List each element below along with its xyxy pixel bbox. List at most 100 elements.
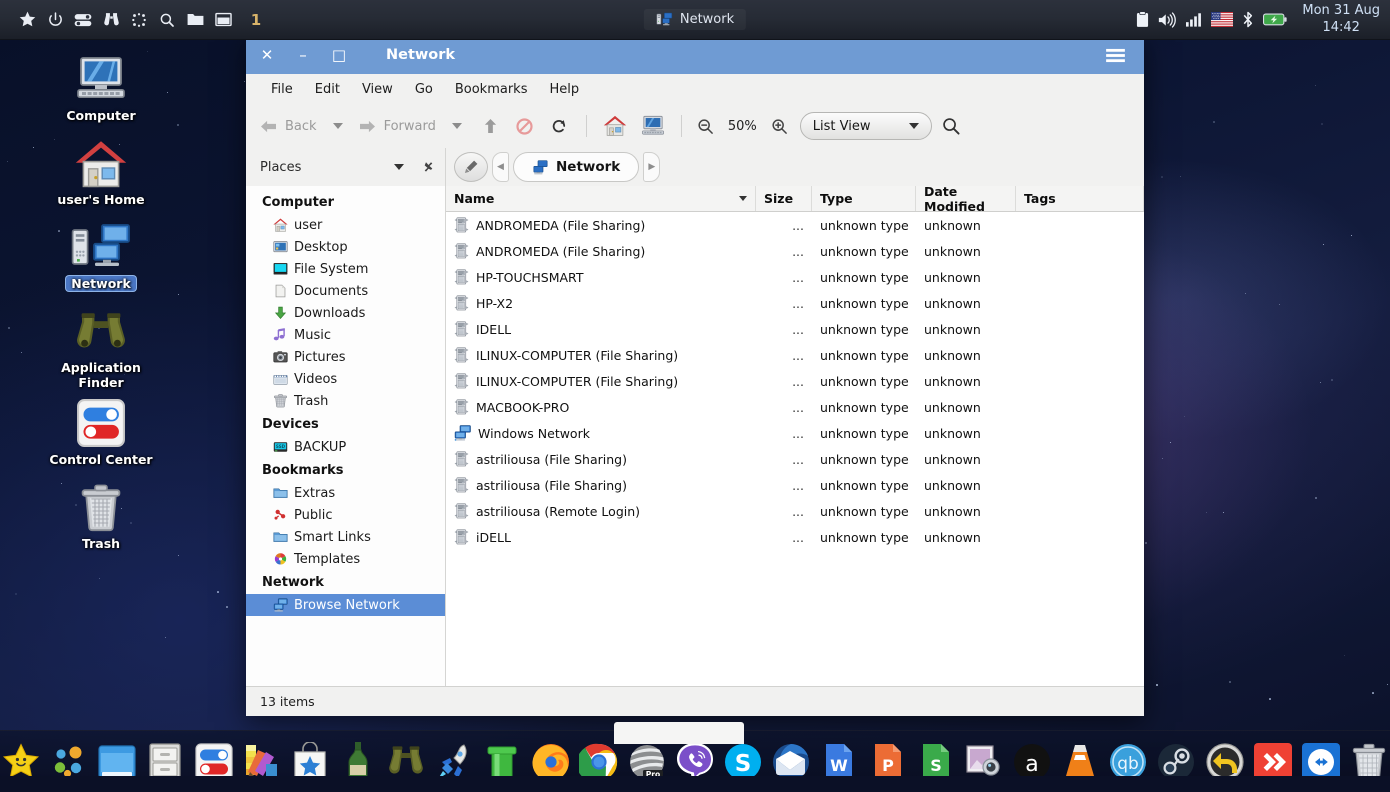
desktop-icon-user-s-home[interactable]: user's Home [41,134,161,207]
desktop-icon-application-finder[interactable]: Application Finder [41,302,161,390]
power-icon[interactable] [42,5,68,35]
sidebar-item-label: Music [294,327,331,343]
sidebar-item-trash[interactable]: Trash [246,390,445,412]
minimize-icon[interactable]: – [288,40,318,70]
forward-button-label[interactable]: Forward [380,119,440,134]
table-row[interactable]: astriliousa (File Sharing) ... unknown t… [446,446,1144,472]
sidebar-item-templates[interactable]: Templates [246,548,445,570]
clipboard-icon[interactable] [1136,11,1149,28]
close-icon[interactable] [422,161,435,174]
chevron-left-icon[interactable]: ◀ [492,152,509,182]
computer-icon [41,50,161,104]
up-icon[interactable] [474,111,507,141]
signal-icon[interactable] [1186,12,1202,27]
table-row[interactable]: MACBOOK-PRO ... unknown type unknown [446,394,1144,420]
sidebar-item-music[interactable]: Music [246,324,445,346]
taskbar-window-button[interactable]: Network [643,9,747,30]
table-row[interactable]: astriliousa (File Sharing) ... unknown t… [446,472,1144,498]
bluetooth-icon[interactable] [1242,11,1254,28]
menu-bookmarks[interactable]: Bookmarks [444,79,539,100]
column-header-tags[interactable]: Tags [1016,186,1144,211]
desktop-icon-control-center[interactable]: Control Center [41,394,161,467]
menu-help[interactable]: Help [538,79,590,100]
cell-name: astriliousa (File Sharing) [446,451,756,467]
sidebar-item-videos[interactable]: Videos [246,368,445,390]
table-row[interactable]: astriliousa (Remote Login) ... unknown t… [446,498,1144,524]
binoculars-icon [41,302,161,356]
cell-size: ... [792,425,804,441]
pencil-icon[interactable] [454,152,488,182]
menu-file[interactable]: File [260,79,304,100]
close-icon[interactable]: ✕ [252,40,282,70]
table-row[interactable]: ILINUX-COMPUTER (File Sharing) ... unkno… [446,342,1144,368]
sidebar-item-backup[interactable]: SSD BACKUP [246,436,445,458]
window-titlebar[interactable]: ✕ – □ Network [246,36,1144,74]
binoculars-icon[interactable] [98,5,124,35]
table-row[interactable]: IDELL ... unknown type unknown [446,316,1144,342]
sidebar-item-extras[interactable]: Extras [246,482,445,504]
file-list[interactable]: ANDROMEDA (File Sharing) ... unknown typ… [446,212,1144,686]
sidebar-item-label: Smart Links [294,529,371,545]
keyboard-layout-flag-icon[interactable] [1211,12,1234,27]
view-mode-select[interactable]: List View [799,112,932,140]
folder-icon[interactable] [182,5,208,35]
table-row[interactable]: ANDROMEDA (File Sharing) ... unknown typ… [446,238,1144,264]
server-icon [454,503,469,519]
zoom-in-icon[interactable] [765,111,794,141]
svg-text:S: S [930,756,942,775]
sidebar-item-user[interactable]: user [246,214,445,236]
sidebar-item-file-system[interactable]: File System [246,258,445,280]
search-icon[interactable] [154,5,180,35]
forward-arrow-icon[interactable] [355,111,380,141]
cell-type: unknown type [820,217,909,233]
home-icon[interactable] [596,111,634,141]
volume-icon[interactable] [1158,11,1177,28]
reload-icon[interactable] [542,111,577,141]
window-icon[interactable] [210,5,236,35]
stop-icon[interactable] [507,111,542,141]
table-row[interactable]: iDELL ... unknown type unknown [446,524,1144,550]
column-header-size[interactable]: Size [756,186,812,211]
back-button-label[interactable]: Back [281,119,321,134]
statusbar: 13 items [246,686,1144,716]
sidebar-item-pictures[interactable]: Pictures [246,346,445,368]
toggle-switch-icon[interactable] [70,5,96,35]
table-row[interactable]: ANDROMEDA (File Sharing) ... unknown typ… [446,212,1144,238]
search-icon[interactable] [932,111,970,141]
menu-go[interactable]: Go [404,79,444,100]
sidebar-item-browse-network[interactable]: Browse Network [246,594,445,616]
table-row[interactable]: HP-X2 ... unknown type unknown [446,290,1144,316]
column-header-name[interactable]: Name [446,186,756,211]
grid-dots-icon[interactable] [126,5,152,35]
star-icon[interactable] [14,5,40,35]
breadcrumb-network[interactable]: Network [513,152,640,182]
desktop-icon-network[interactable]: Network [41,218,161,291]
table-row[interactable]: ILINUX-COMPUTER (File Sharing) ... unkno… [446,368,1144,394]
sidebar-item-desktop[interactable]: Desktop [246,236,445,258]
clock[interactable]: Mon 31 Aug 14:42 [1302,3,1380,36]
server-icon [454,347,469,363]
column-header-type[interactable]: Type [812,186,916,211]
sidebar-item-documents[interactable]: Documents [246,280,445,302]
chevron-right-icon[interactable]: ▶ [643,152,661,182]
table-row[interactable]: HP-TOUCHSMART ... unknown type unknown [446,264,1144,290]
workspace-indicator[interactable]: 1 [244,11,268,29]
back-dropdown-icon[interactable] [321,111,355,141]
column-header-date-modified[interactable]: Date Modified [916,184,1016,214]
menu-view[interactable]: View [351,79,404,100]
sidebar-item-public[interactable]: Public [246,504,445,526]
computer-icon[interactable] [634,111,672,141]
hamburger-menu-icon[interactable] [1100,40,1130,70]
chevron-down-icon[interactable] [394,164,404,170]
desktop-icon-computer[interactable]: Computer [41,50,161,123]
menu-edit[interactable]: Edit [304,79,351,100]
battery-icon[interactable] [1263,12,1288,27]
zoom-out-icon[interactable] [691,111,720,141]
table-row[interactable]: Windows Network ... unknown type unknown [446,420,1144,446]
sidebar-item-smart-links[interactable]: Smart Links [246,526,445,548]
sidebar-item-downloads[interactable]: Downloads [246,302,445,324]
desktop-icon-trash[interactable]: Trash [41,478,161,551]
maximize-icon[interactable]: □ [324,40,354,70]
back-arrow-icon[interactable] [256,111,281,141]
forward-dropdown-icon[interactable] [440,111,474,141]
